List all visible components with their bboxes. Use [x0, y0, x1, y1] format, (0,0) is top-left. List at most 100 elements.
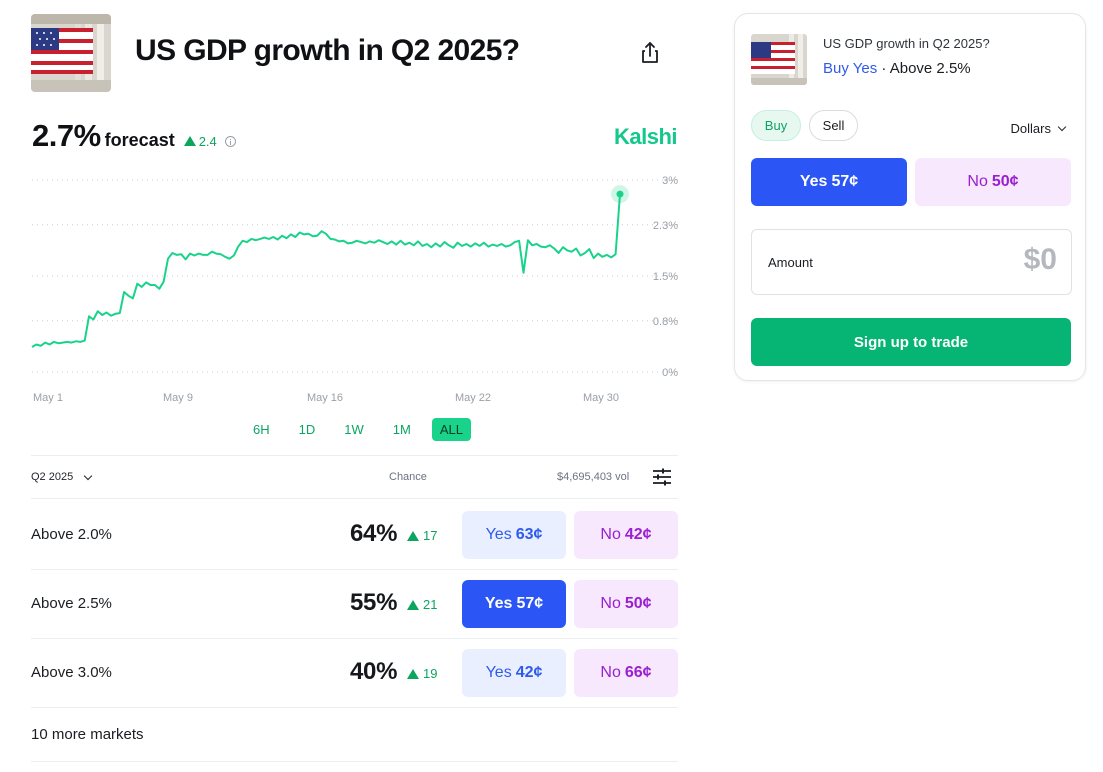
- info-icon[interactable]: [224, 136, 236, 147]
- yes-price: 57¢: [516, 595, 544, 612]
- y-tick-label: 3%: [662, 175, 678, 187]
- market-row: Above 2.5% 55% 21 Yes 57¢ No 50¢: [31, 580, 678, 628]
- chevron-down-icon: [83, 471, 93, 480]
- amount-field: Amount: [751, 229, 1072, 295]
- no-label: No: [600, 664, 621, 681]
- market-delta: 19: [407, 666, 437, 681]
- market-label: Above 2.5%: [31, 595, 112, 612]
- forecast-label: forecast: [104, 130, 175, 150]
- market-table-header: Q2 2025 Chance $4,695,403 vol: [31, 466, 678, 490]
- forecast-summary: 2.7% forecast 2.4: [32, 118, 236, 154]
- market-label: Above 3.0%: [31, 664, 112, 681]
- buy-yes-button[interactable]: Yes 57¢: [462, 580, 566, 628]
- no-price: 50¢: [624, 595, 652, 612]
- up-triangle-icon: [407, 668, 419, 679]
- period-select[interactable]: Q2 2025: [31, 471, 93, 483]
- yes-price: 42¢: [515, 664, 543, 681]
- yes-label: Yes: [485, 526, 512, 543]
- time-range-tabs: 6H 1D 1W 1M ALL: [245, 418, 471, 441]
- chance-header: Chance: [389, 471, 427, 483]
- yes-label: Yes: [485, 664, 512, 681]
- period-select-label: Q2 2025: [31, 471, 74, 483]
- no-label: No: [600, 526, 621, 543]
- forecast-value: 2.7%: [32, 118, 101, 153]
- market-chance: 40%: [350, 658, 398, 685]
- buy-no-button[interactable]: No 42¢: [574, 511, 678, 559]
- sign-up-button[interactable]: Sign up to trade: [751, 318, 1071, 366]
- x-tick-label: May 9: [163, 392, 193, 404]
- divider: [31, 707, 678, 708]
- x-tick-label: May 22: [455, 392, 491, 404]
- no-price: 66¢: [624, 664, 652, 681]
- market-chance: 64%: [350, 520, 398, 547]
- up-triangle-icon: [407, 599, 419, 610]
- no-price: 42¢: [624, 526, 652, 543]
- market-row: Above 3.0% 40% 19 Yes 42¢ No 66¢: [31, 649, 678, 697]
- x-tick-label: May 1: [33, 392, 63, 404]
- buy-no-button[interactable]: No 66¢: [574, 649, 678, 697]
- market-delta-value: 17: [423, 528, 438, 543]
- yes-price: 57¢: [831, 173, 859, 190]
- buy-yes-button[interactable]: Yes 63¢: [462, 511, 566, 559]
- amount-input[interactable]: [937, 243, 1057, 277]
- x-tick-label: May 30: [583, 392, 619, 404]
- chevron-down-icon: [1057, 122, 1067, 131]
- market-title: US GDP growth in Q2 2025?: [135, 34, 520, 67]
- panel-side-label: Buy Yes: [823, 60, 878, 77]
- divider: [31, 569, 678, 570]
- divider: [31, 455, 678, 456]
- buy-yes-button[interactable]: Yes 42¢: [462, 649, 566, 697]
- forecast-chart: 3% 2.3% 1.5% 0.8% 0% May 1 May 9 May 16 May 22 Ma…: [31, 175, 678, 404]
- market-delta-value: 21: [423, 597, 438, 612]
- panel-no-button[interactable]: No 50¢: [915, 158, 1071, 206]
- divider: [31, 761, 678, 762]
- x-tick-label: May 16: [307, 392, 343, 404]
- buy-tab[interactable]: Buy: [751, 110, 801, 141]
- no-label: No: [967, 173, 988, 190]
- range-tab[interactable]: 1M: [385, 418, 419, 441]
- y-tick-label: 2.3%: [653, 220, 678, 232]
- market-label: Above 2.0%: [31, 526, 112, 543]
- currency-select-label: Dollars: [1010, 121, 1051, 136]
- range-tab[interactable]: 1W: [336, 418, 372, 441]
- market-chance: 55%: [350, 589, 398, 616]
- current-point: [616, 190, 624, 198]
- y-tick-label: 1.5%: [653, 271, 678, 283]
- panel-market-name: Above 2.5%: [889, 60, 971, 77]
- yes-label: Yes: [799, 173, 828, 190]
- yes-label: Yes: [484, 595, 513, 612]
- currency-select[interactable]: Dollars: [1010, 121, 1067, 136]
- divider: [31, 638, 678, 639]
- market-image: [31, 14, 111, 92]
- range-tab[interactable]: 6H: [245, 418, 278, 441]
- buy-no-button[interactable]: No 50¢: [574, 580, 678, 628]
- panel-market-image: [751, 34, 807, 85]
- panel-yes-button[interactable]: Yes 57¢: [751, 158, 907, 206]
- more-markets-link[interactable]: 10 more markets: [31, 726, 144, 743]
- market-delta: 17: [407, 528, 437, 543]
- forecast-delta: 2.4: [183, 133, 217, 149]
- volume-label: $4,695,403 vol: [557, 471, 630, 483]
- sell-tab[interactable]: Sell: [809, 110, 858, 141]
- no-price: 50¢: [991, 173, 1019, 190]
- amount-label: Amount: [768, 255, 813, 270]
- range-tab[interactable]: 1D: [291, 418, 324, 441]
- y-tick-label: 0.8%: [653, 316, 678, 328]
- yes-price: 63¢: [515, 526, 543, 543]
- market-delta-value: 19: [423, 666, 438, 681]
- forecast-line: [31, 194, 621, 348]
- share-icon[interactable]: [638, 40, 662, 66]
- range-tab[interactable]: ALL: [431, 418, 471, 441]
- trade-panel: US GDP growth in Q2 2025? Buy Yes · Abov…: [734, 13, 1086, 381]
- y-tick-label: 0%: [662, 367, 678, 379]
- panel-separator: ·: [881, 60, 887, 77]
- filter-sliders-icon[interactable]: [652, 468, 672, 486]
- market-delta: 21: [407, 597, 437, 612]
- panel-market-title: US GDP growth in Q2 2025?: [823, 36, 990, 51]
- no-label: No: [600, 595, 621, 612]
- forecast-delta-value: 2.4: [198, 133, 217, 149]
- kalshi-logo: Kalshi: [614, 124, 678, 149]
- market-row: Above 2.0% 64% 17 Yes 63¢ No 42¢: [31, 511, 678, 559]
- up-triangle-icon: [183, 136, 196, 146]
- up-triangle-icon: [407, 530, 419, 541]
